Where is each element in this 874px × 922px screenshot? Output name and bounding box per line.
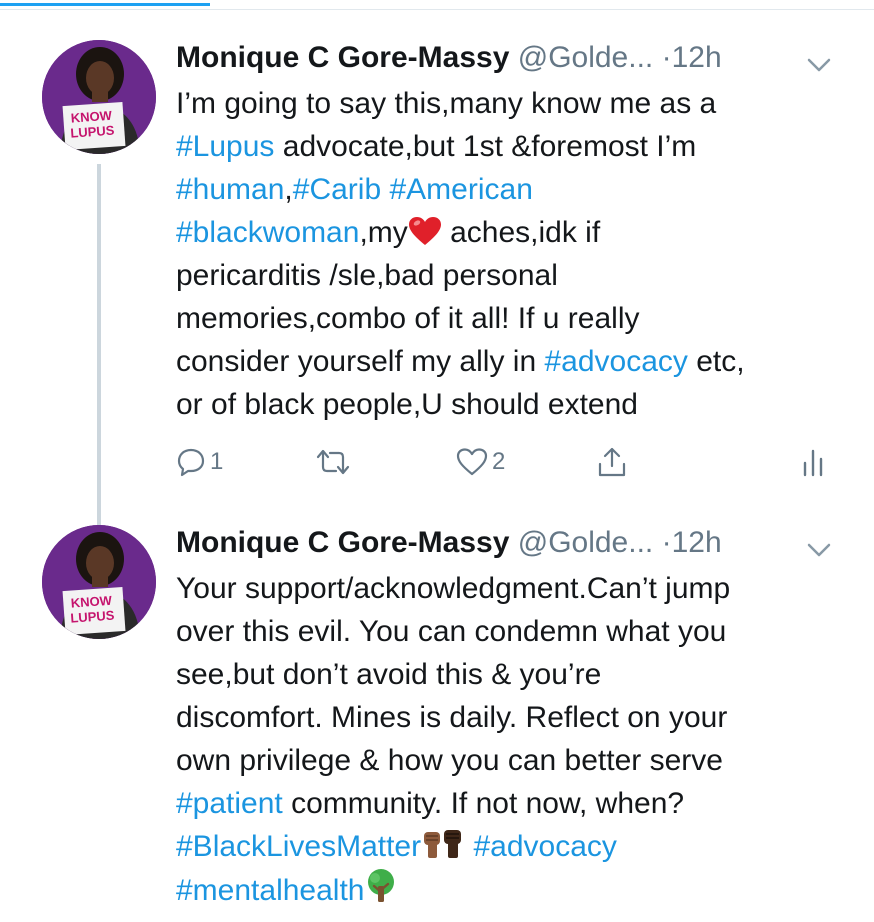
share-icon — [596, 446, 628, 478]
reply-icon — [176, 447, 206, 477]
chevron-down-icon[interactable] — [806, 46, 832, 72]
text-line: pericarditis /sle,bad personal — [176, 259, 558, 292]
thread-connector — [97, 164, 101, 548]
avatar-sign-text: LUPUS — [70, 608, 115, 626]
hashtag[interactable]: #Lupus — [176, 130, 274, 163]
text-span: community. If not now, when? — [282, 787, 685, 820]
author-handle[interactable]: @Golde... — [518, 41, 654, 74]
reply-count: 1 — [210, 448, 224, 475]
timestamp[interactable]: 12h — [672, 41, 722, 74]
tweet-header: Monique C Gore-Massy @Golde... ·12h — [176, 38, 836, 78]
hashtag[interactable]: #mentalhealth — [176, 874, 364, 907]
text-line: see,but don’t avoid this & you’re — [176, 658, 602, 691]
text-line: or of black people,U should extend — [176, 388, 638, 421]
text-line: #patient community. If not now, when? — [176, 782, 836, 825]
tweet-actions: 1 2 — [176, 442, 836, 482]
heart-icon — [456, 447, 488, 477]
text-span: advocate,but 1st &foremost I’m — [274, 130, 697, 163]
hashtag[interactable]: #patient — [176, 787, 283, 820]
retweet-button[interactable] — [314, 442, 352, 482]
tree-emoji — [364, 868, 398, 916]
hashtag[interactable]: #advocacy — [544, 345, 687, 378]
hashtag[interactable]: #human — [176, 173, 284, 206]
text-span: consider yourself my ally in — [176, 345, 545, 378]
analytics-icon — [801, 447, 825, 477]
hashtag[interactable]: #Carib — [293, 173, 381, 206]
text-line: consider yourself my ally in #advocacy e… — [176, 340, 836, 383]
text-line: I’m going to say this,many know me as a — [176, 87, 717, 120]
text-line: over this evil. You can condemn what you — [176, 615, 727, 648]
reply-button[interactable]: 1 — [176, 442, 223, 482]
top-tab-indicator — [0, 0, 874, 12]
hashtag[interactable]: #blackwoman — [176, 216, 359, 249]
hashtag[interactable]: #American — [389, 173, 532, 206]
text-span: ,my — [359, 216, 408, 249]
text-line: #human,#Carib #American — [176, 168, 836, 211]
red-heart-emoji — [408, 215, 442, 258]
separator: · — [661, 526, 672, 559]
chevron-down-icon[interactable] — [806, 531, 832, 557]
tweet[interactable]: KNOW LUPUS Monique C Gore-Massy @Golde..… — [0, 30, 874, 548]
tweet-text: I’m going to say this,many know me as a … — [176, 82, 836, 426]
retweet-icon — [314, 447, 352, 477]
avatar[interactable]: KNOW LUPUS — [42, 40, 156, 154]
text-line: #mentalhealth — [176, 868, 836, 911]
author-handle[interactable]: @Golde... — [518, 526, 654, 559]
text-span: etc, — [687, 345, 745, 378]
active-tab-underline — [0, 3, 210, 6]
hashtag[interactable]: #advocacy — [473, 830, 616, 863]
text-line: #blackwoman,my aches,idk if — [176, 211, 836, 254]
analytics-button[interactable] — [801, 442, 825, 482]
avatar-sign-text: LUPUS — [70, 123, 115, 141]
text-line: memories,combo of it all! If u really — [176, 302, 640, 335]
tweet[interactable]: KNOW LUPUS Monique C Gore-Massy @Golde..… — [0, 515, 874, 922]
like-count: 2 — [492, 448, 506, 475]
hashtag[interactable]: #BlackLivesMatter — [176, 830, 421, 863]
text-span: , — [284, 173, 293, 206]
share-button[interactable] — [596, 442, 628, 482]
separator: · — [661, 41, 672, 74]
tweet-text: Your support/acknowledgment.Can’t jump o… — [176, 567, 836, 911]
tweet-header: Monique C Gore-Massy @Golde... ·12h — [176, 523, 836, 563]
like-button[interactable]: 2 — [456, 442, 505, 482]
text-line: #BlackLivesMatter #advocacy — [176, 825, 836, 868]
divider — [0, 9, 874, 10]
text-line: Your support/acknowledgment.Can’t jump — [176, 572, 731, 605]
text-line: own privilege & how you can better serve — [176, 744, 723, 777]
raised-fists-emoji — [421, 826, 465, 872]
text-line: #Lupus advocate,but 1st &foremost I’m — [176, 125, 836, 168]
author-name[interactable]: Monique C Gore-Massy — [176, 526, 509, 559]
text-line: discomfort. Mines is daily. Reflect on y… — [176, 701, 728, 734]
text-span: aches,idk if — [441, 216, 601, 249]
avatar[interactable]: KNOW LUPUS — [42, 525, 156, 639]
timestamp[interactable]: 12h — [672, 526, 722, 559]
author-name[interactable]: Monique C Gore-Massy — [176, 41, 509, 74]
